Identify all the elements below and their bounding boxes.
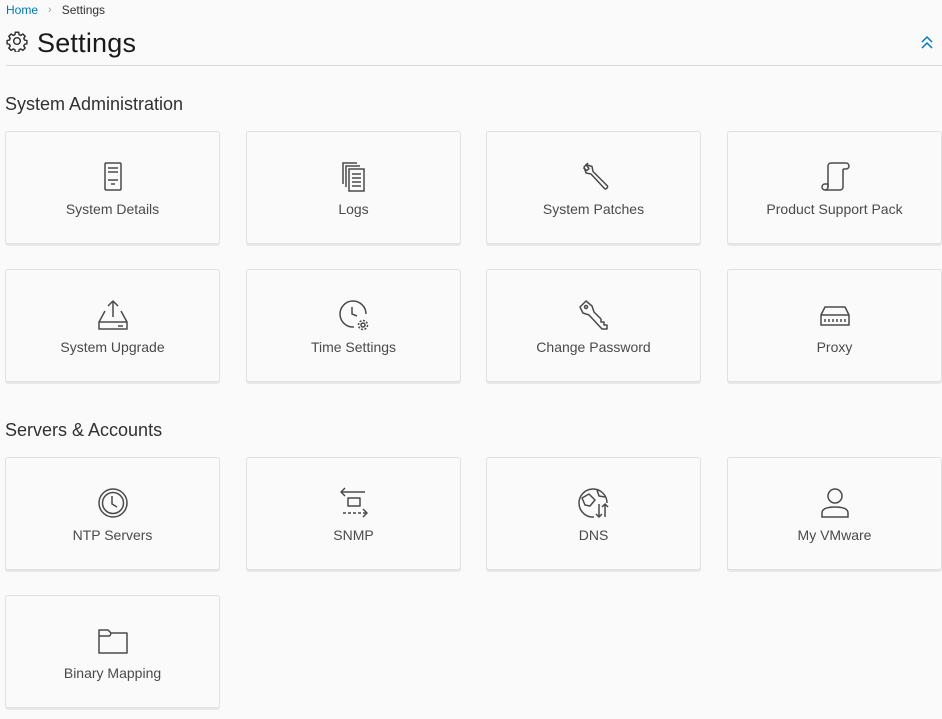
card-time-settings[interactable]: Time Settings	[246, 269, 461, 382]
card-label: DNS	[578, 527, 609, 543]
card-proxy[interactable]: Proxy	[727, 269, 942, 382]
breadcrumb-separator: ›	[48, 4, 52, 16]
section-title-system-administration: System Administration	[5, 94, 184, 114]
card-label: Binary Mapping	[63, 665, 162, 681]
page-title-wrap: Settings	[6, 28, 136, 59]
breadcrumb-home-link[interactable]: Home	[6, 3, 38, 17]
card-change-password[interactable]: Change Password	[486, 269, 701, 382]
card-label: My VMware	[797, 527, 872, 543]
key-icon	[577, 298, 611, 332]
documents-icon	[337, 160, 371, 194]
card-ntp-servers[interactable]: NTP Servers	[5, 457, 220, 570]
transfer-arrows-icon	[337, 486, 371, 520]
clock-icon	[96, 486, 130, 520]
breadcrumb-current: Settings	[61, 3, 106, 17]
gear-icon	[6, 30, 37, 57]
upload-tray-icon	[96, 298, 130, 332]
page-title: Settings	[37, 28, 137, 58]
wrench-icon	[577, 160, 611, 194]
card-label: System Upgrade	[60, 339, 165, 355]
clock-gear-icon	[337, 298, 371, 332]
card-label: Change Password	[536, 339, 651, 355]
network-device-icon	[818, 298, 852, 332]
card-product-support-pack[interactable]: Product Support Pack	[727, 131, 942, 244]
double-chevron-up-icon[interactable]	[920, 35, 934, 51]
card-label: Product Support Pack	[766, 201, 903, 217]
card-label: Proxy	[816, 339, 853, 355]
card-label: Time Settings	[310, 339, 397, 355]
card-binary-mapping[interactable]: Binary Mapping	[5, 595, 220, 708]
breadcrumb: Home › Settings	[6, 3, 105, 17]
card-label: System Patches	[542, 201, 645, 217]
folder-icon	[96, 624, 130, 658]
card-system-details[interactable]: System Details	[5, 131, 220, 244]
page-header: Settings	[6, 26, 942, 66]
user-icon	[818, 486, 852, 520]
card-system-upgrade[interactable]: System Upgrade	[5, 269, 220, 382]
card-logs[interactable]: Logs	[246, 131, 461, 244]
card-label: System Details	[65, 201, 160, 217]
card-label: SNMP	[333, 527, 374, 543]
card-label: NTP Servers	[72, 527, 153, 543]
card-system-patches[interactable]: System Patches	[486, 131, 701, 244]
card-my-vmware[interactable]: My VMware	[727, 457, 942, 570]
server-icon	[96, 160, 130, 194]
card-snmp[interactable]: SNMP	[246, 457, 461, 570]
section-title-servers-accounts: Servers & Accounts	[5, 420, 163, 440]
card-label: Logs	[338, 201, 369, 217]
card-dns[interactable]: DNS	[486, 457, 701, 570]
globe-arrows-icon	[577, 486, 611, 520]
scroll-icon	[818, 160, 852, 194]
